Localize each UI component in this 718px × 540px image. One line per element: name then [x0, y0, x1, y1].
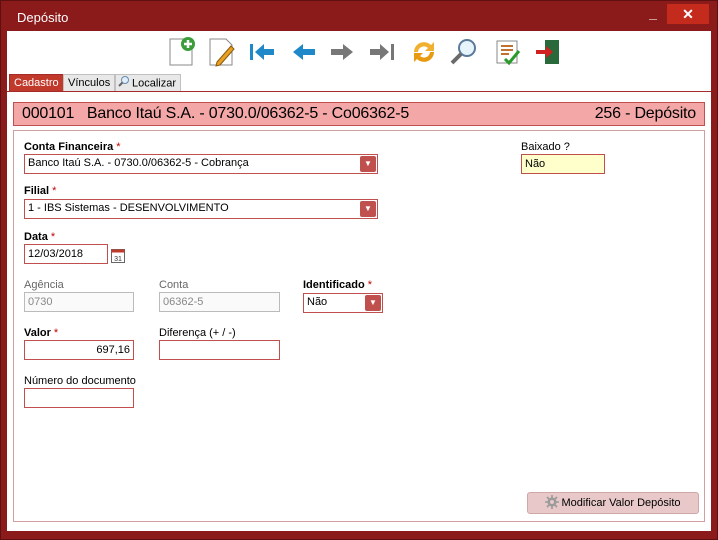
chevron-down-icon[interactable]: ▼ — [360, 156, 376, 172]
tab-strip: Cadastro Vínculos Localizar — [7, 73, 711, 91]
refresh-icon[interactable] — [407, 35, 441, 69]
conta-label: Conta — [159, 279, 189, 291]
first-record-icon[interactable] — [245, 35, 279, 69]
tab-vinculos[interactable]: Vínculos — [63, 74, 116, 91]
magnifier-icon — [118, 75, 130, 92]
data-field[interactable] — [24, 244, 108, 264]
tab-vinculos-label: Vínculos — [68, 77, 111, 89]
diferenca-field[interactable] — [159, 340, 280, 360]
next-record-icon[interactable] — [325, 35, 359, 69]
form-area: Conta Financeira * Banco Itaú S.A. - 0730… — [13, 130, 705, 522]
gear-icon — [545, 494, 560, 512]
filial-select[interactable]: 1 - IBS Sistemas - DESENVOLVIMENTO ▼ — [24, 199, 378, 219]
record-header-right: 256 - Depósito — [594, 105, 696, 122]
title-bar: Depósito _ ✕ — [1, 1, 717, 31]
data-label: Data * — [24, 231, 56, 243]
conta-financeira-select[interactable]: Banco Itaú S.A. - 0730.0/06362-5 - Cobra… — [24, 154, 378, 174]
chevron-down-icon[interactable]: ▼ — [360, 201, 376, 217]
modify-deposit-label: Modificar Valor Depósito — [561, 497, 681, 509]
tab-localizar[interactable]: Localizar — [115, 74, 182, 92]
agencia-label: Agência — [24, 279, 64, 291]
tab-cadastro[interactable]: Cadastro — [9, 74, 64, 91]
tab-cadastro-label: Cadastro — [14, 77, 59, 89]
conta-financeira-label: Conta Financeira * — [24, 141, 121, 153]
valor-label: Valor * — [24, 327, 59, 339]
calendar-icon[interactable]: 31 — [111, 247, 125, 266]
filial-label: Filial * — [24, 185, 57, 197]
checklist-icon[interactable] — [491, 35, 525, 69]
window-title: Depósito — [17, 10, 69, 25]
prev-record-icon[interactable] — [287, 35, 321, 69]
edit-doc-icon[interactable] — [205, 35, 239, 69]
filial-value: 1 - IBS Sistemas - DESENVOLVIMENTO — [28, 202, 229, 214]
conta-financeira-value: Banco Itaú S.A. - 0730.0/06362-5 - Cobra… — [28, 157, 249, 169]
toolbar — [7, 31, 711, 73]
new-doc-icon[interactable] — [165, 35, 199, 69]
valor-field[interactable] — [24, 340, 134, 360]
record-header: 000101 Banco Itaú S.A. - 0730.0/06362-5 … — [13, 102, 705, 126]
numero-documento-field[interactable] — [24, 388, 134, 408]
last-record-icon[interactable] — [365, 35, 399, 69]
modify-deposit-button[interactable]: Modificar Valor Depósito — [527, 492, 699, 514]
record-header-left: 000101 Banco Itaú S.A. - 0730.0/06362-5 … — [22, 105, 410, 122]
agencia-field — [24, 292, 134, 312]
tab-localizar-label: Localizar — [132, 77, 177, 90]
identificado-select[interactable]: Não ▼ — [303, 293, 383, 313]
search-icon[interactable] — [447, 35, 481, 69]
app-window: Depósito _ ✕ Cadastro Vínculos Localizar… — [0, 0, 718, 540]
conta-field — [159, 292, 280, 312]
client-area: Cadastro Vínculos Localizar 000101 Banco… — [7, 31, 711, 531]
identificado-value: Não — [307, 296, 328, 308]
close-button[interactable]: ✕ — [667, 4, 709, 24]
cadastro-panel: 000101 Banco Itaú S.A. - 0730.0/06362-5 … — [7, 91, 711, 531]
chevron-down-icon[interactable]: ▼ — [365, 295, 381, 311]
exit-icon[interactable] — [531, 35, 565, 69]
numero-documento-label: Número do documento — [24, 375, 136, 387]
minimize-button[interactable]: _ — [641, 5, 665, 25]
identificado-label: Identificado * — [303, 279, 373, 291]
svg-text:31: 31 — [114, 256, 122, 263]
diferenca-label: Diferença (+ / -) — [159, 327, 236, 339]
baixado-label: Baixado ? — [521, 141, 570, 153]
baixado-field[interactable] — [521, 154, 605, 174]
